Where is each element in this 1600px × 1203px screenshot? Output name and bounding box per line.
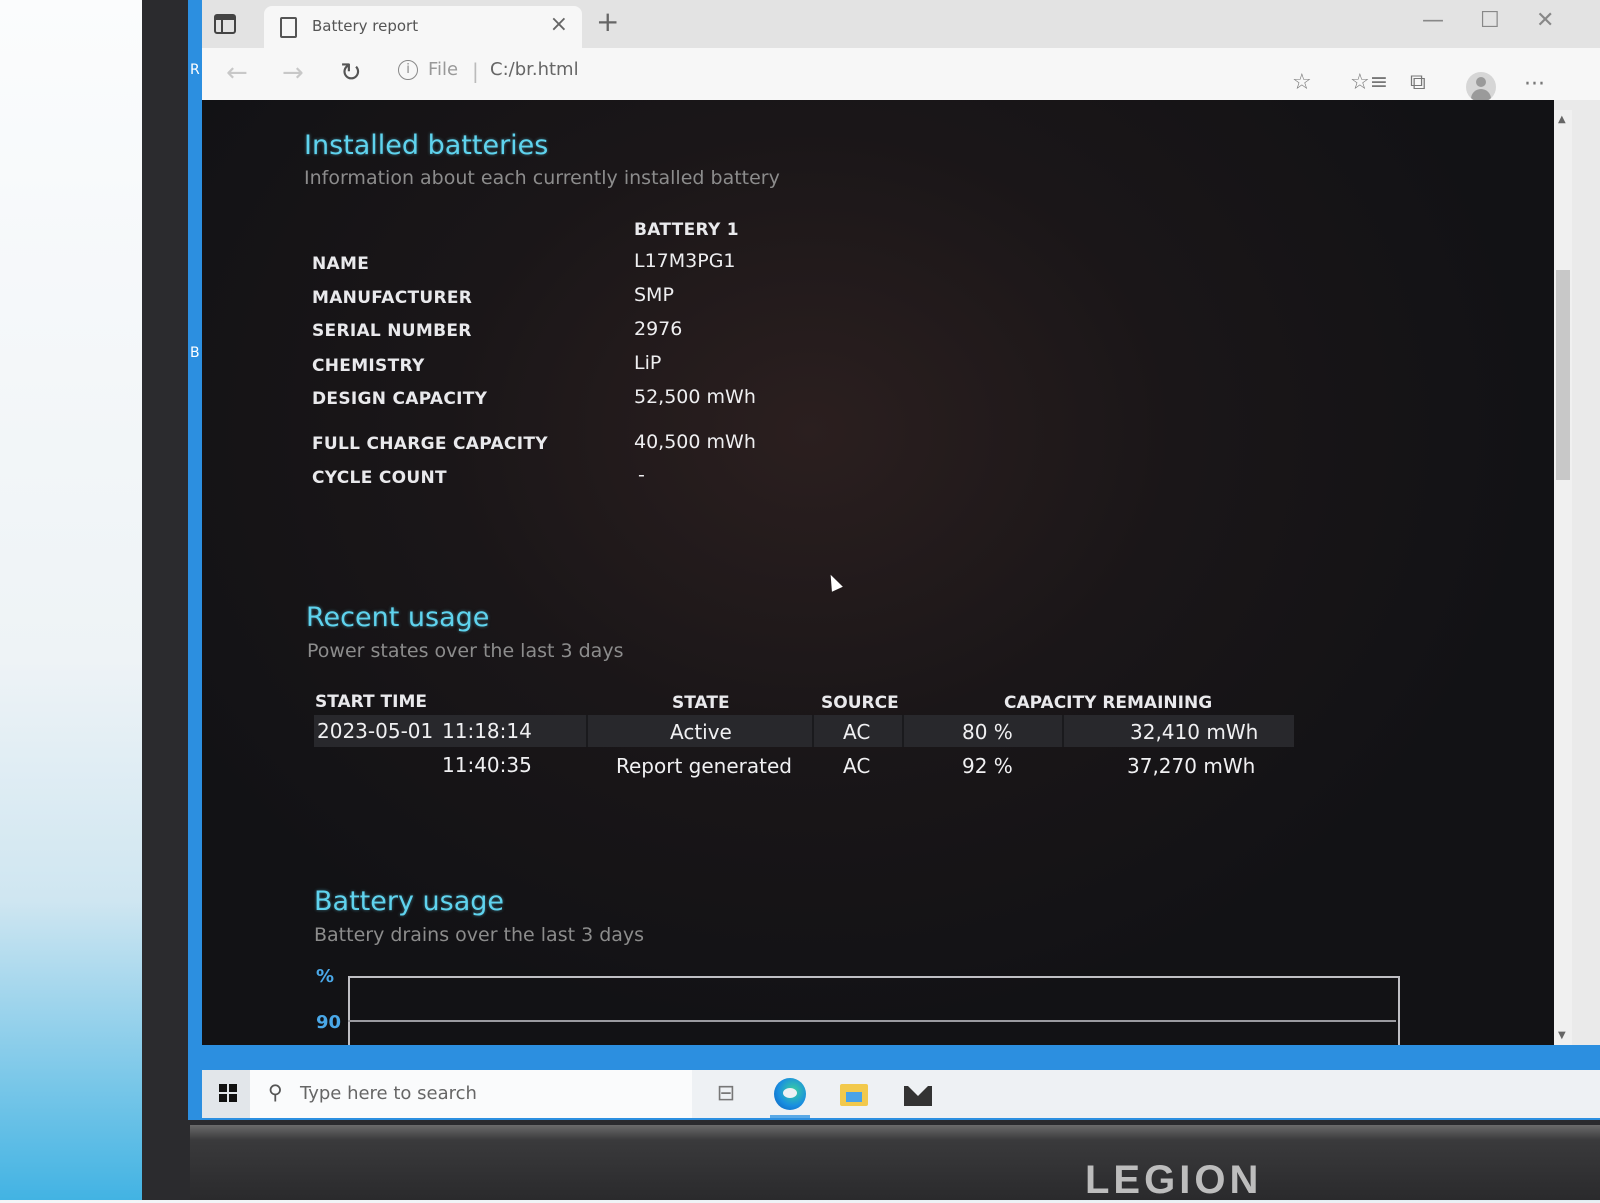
taskbar-search[interactable]: ⚲ Type here to search: [250, 1070, 692, 1118]
battery-report-page: Installed batteries Information about ea…: [202, 100, 1554, 1045]
favorites-icon[interactable]: ☆≡: [1350, 70, 1388, 95]
battery-usage-title: Battery usage: [314, 886, 504, 917]
site-info-icon[interactable]: i: [398, 60, 418, 80]
collections-icon[interactable]: ⧉: [1410, 70, 1426, 95]
row-percent: 80 %: [962, 720, 1013, 744]
tab-title: Battery report: [312, 17, 419, 35]
forward-button[interactable]: →: [282, 58, 304, 88]
scroll-thumb[interactable]: [1556, 270, 1570, 480]
row-date: 2023-05-01: [317, 719, 434, 743]
mail-icon[interactable]: [902, 1078, 934, 1110]
scroll-up-icon[interactable]: ▲: [1558, 114, 1566, 125]
back-button[interactable]: ←: [226, 58, 248, 88]
tab-strip: Battery report × + — ☐ ✕: [202, 0, 1600, 48]
task-view-icon[interactable]: ⊟: [710, 1078, 742, 1110]
desk-background: [0, 0, 150, 1200]
battery-field-label: FULL CHARGE CAPACITY: [312, 434, 548, 454]
minimize-button[interactable]: —: [1422, 8, 1444, 33]
desktop-icon-label: B: [190, 345, 200, 361]
desktop-icon-label: R: [190, 62, 200, 78]
file-explorer-icon[interactable]: [838, 1078, 870, 1110]
column-header-state: STATE: [672, 693, 730, 713]
battery-field-value: 40,500 mWh: [634, 431, 756, 453]
installed-batteries-subtitle: Information about each currently install…: [304, 167, 780, 189]
scroll-down-icon[interactable]: ▼: [1558, 1030, 1566, 1041]
row-time: 11:18:14: [442, 719, 532, 743]
row-state: Active: [670, 720, 732, 744]
add-favorite-icon[interactable]: ☆: [1292, 70, 1312, 95]
tab-actions-icon: [214, 14, 236, 34]
vertical-scrollbar[interactable]: ▲ ▼: [1554, 110, 1572, 1045]
row-mwh: 37,270 mWh: [1127, 754, 1256, 778]
row-state: Report generated: [616, 754, 792, 778]
battery-field-value: LiP: [634, 352, 662, 374]
row-mwh: 32,410 mWh: [1130, 720, 1259, 744]
battery-field-value: L17M3PG1: [634, 250, 736, 272]
battery-field-label: SERIAL NUMBER: [312, 321, 472, 341]
document-icon: [280, 17, 297, 38]
laptop-brand-logo: LEGION: [1085, 1158, 1263, 1202]
row-time: 11:40:35: [442, 753, 532, 777]
start-button[interactable]: [202, 1070, 250, 1118]
laptop-chin: [190, 1125, 1600, 1200]
search-icon: ⚲: [268, 1080, 283, 1104]
taskbar: ⚲ Type here to search ⊟: [202, 1070, 1600, 1118]
address-separator: |: [472, 59, 479, 83]
search-placeholder: Type here to search: [300, 1083, 477, 1104]
address-bar[interactable]: C:/br.html: [490, 59, 579, 80]
address-scheme-label: File: [428, 59, 459, 80]
new-tab-button[interactable]: +: [596, 5, 619, 38]
windows-logo-icon: [219, 1084, 237, 1102]
screen: R B Battery report × + — ☐ ✕ ← → ↻ i Fil…: [188, 0, 1600, 1120]
row-percent: 92 %: [962, 754, 1013, 778]
battery-field-value: SMP: [634, 284, 674, 306]
battery-field-label: MANUFACTURER: [312, 288, 473, 308]
battery-field-value: 52,500 mWh: [634, 386, 756, 408]
chart-y-axis-label: %: [316, 966, 335, 987]
battery-usage-subtitle: Battery drains over the last 3 days: [314, 924, 645, 946]
column-header-source: SOURCE: [821, 693, 899, 713]
row-source: AC: [843, 720, 871, 744]
recent-usage-title: Recent usage: [306, 602, 490, 633]
battery-field-value: -: [638, 464, 645, 486]
row-source: AC: [843, 754, 871, 778]
battery-field-label: DESIGN CAPACITY: [312, 389, 488, 409]
battery-field-label: CYCLE COUNT: [312, 468, 447, 488]
battery-usage-chart: [348, 976, 1400, 1045]
recent-usage-subtitle: Power states over the last 3 days: [307, 640, 624, 662]
edge-active-indicator: [770, 1115, 810, 1118]
column-header-start-time: START TIME: [315, 692, 427, 712]
profile-icon[interactable]: [1466, 72, 1496, 102]
chart-y-tick-label: 90: [316, 1012, 342, 1033]
more-icon[interactable]: ···: [1524, 72, 1545, 97]
chart-gridline-90: [348, 1020, 1396, 1022]
close-tab-icon[interactable]: ×: [550, 12, 568, 37]
browser-window: Battery report × + — ☐ ✕ ← → ↻ i File | …: [202, 0, 1600, 1045]
tab-battery-report[interactable]: Battery report ×: [264, 6, 582, 48]
browser-toolbar: ← → ↻ i File | C:/br.html ☆ ☆≡ ⧉ ···: [202, 48, 1600, 102]
column-header-capacity: CAPACITY REMAINING: [1004, 693, 1213, 713]
maximize-button[interactable]: ☐: [1480, 8, 1500, 33]
battery-field-label: CHEMISTRY: [312, 356, 425, 376]
battery-field-value: 2976: [634, 318, 683, 340]
close-window-button[interactable]: ✕: [1536, 8, 1554, 33]
edge-icon[interactable]: [774, 1078, 806, 1110]
battery-column-header: BATTERY 1: [634, 220, 739, 240]
refresh-button[interactable]: ↻: [340, 58, 362, 88]
tab-actions-button[interactable]: [214, 14, 236, 34]
mouse-cursor: [825, 572, 843, 592]
installed-batteries-title: Installed batteries: [304, 130, 549, 161]
battery-field-label: NAME: [312, 254, 370, 274]
